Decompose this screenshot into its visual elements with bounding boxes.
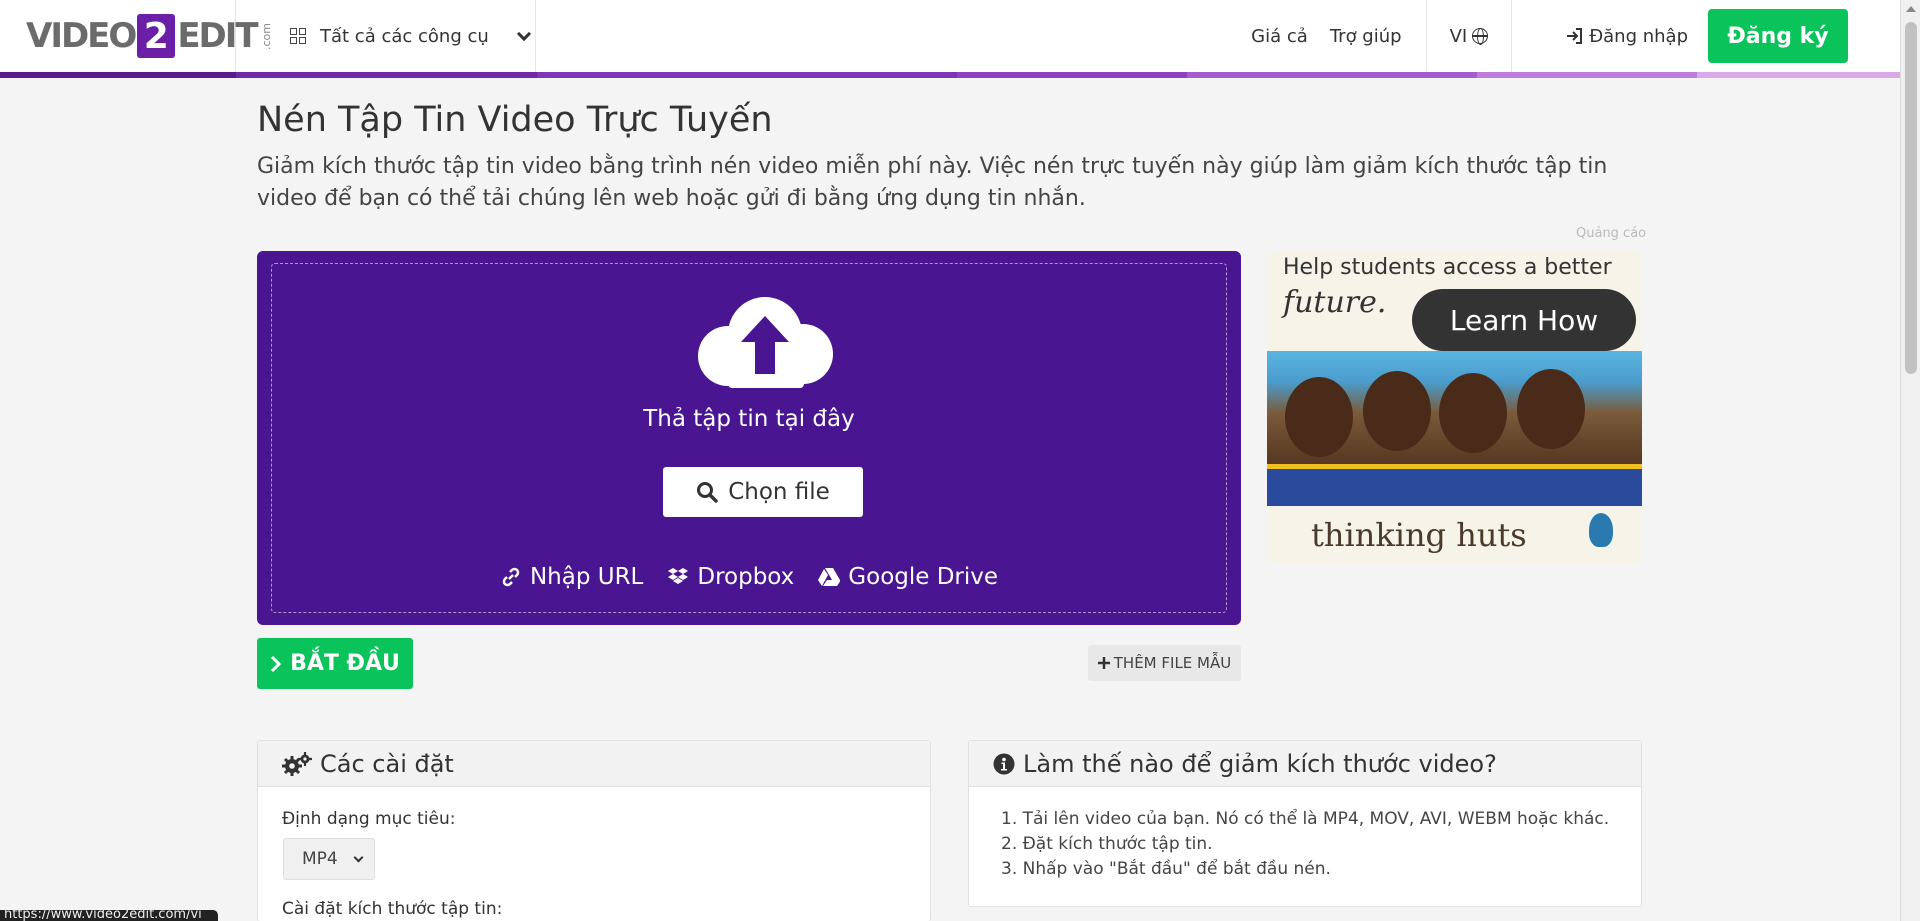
dropbox-button[interactable]: Dropbox [667, 564, 794, 590]
ad-photo-child [1285, 377, 1353, 457]
scroll-up-icon[interactable] [1906, 6, 1916, 12]
ad-photo-child [1439, 373, 1507, 453]
site-logo[interactable]: VIDEO 2 EDIT .com [0, 0, 273, 72]
drop-here-text: Thả tập tin tại đây [643, 406, 855, 432]
page-description: Giảm kích thước tập tin video bằng trình… [257, 154, 1608, 211]
ad-label: Quảng cáo [1576, 226, 1647, 241]
accent-bar-segment [1477, 72, 1697, 78]
choose-file-button[interactable]: Chọn file [663, 467, 863, 517]
ad-photo-child [1517, 369, 1585, 449]
grid-icon [290, 28, 306, 44]
ad-photo-uniforms [1267, 464, 1642, 506]
file-drop-zone[interactable]: Thả tập tin tại đây Chọn file Nhập URL D… [257, 251, 1241, 625]
ad-photo [1267, 351, 1642, 506]
language-selector[interactable]: VI [1440, 26, 1499, 47]
howto-step: 3. Nhấp vào "Bắt đầu" để bắt đầu nén. [1001, 859, 1331, 879]
ad-brand: thinking huts [1311, 516, 1527, 554]
language-code: VI [1449, 25, 1468, 47]
logo-part-com: .com [259, 22, 273, 50]
google-drive-button[interactable]: Google Drive [818, 564, 998, 590]
nav-divider [1425, 0, 1427, 72]
settings-panel: Các cài đặt Định dạng mục tiêu: MP4 Cài … [257, 740, 931, 921]
add-sample-file-button[interactable]: THÊM FILE MẪU [1088, 645, 1241, 681]
nav-help-link[interactable]: Trợ giúp [1319, 26, 1413, 47]
plus-icon [1097, 657, 1110, 669]
google-drive-label: Google Drive [848, 564, 999, 590]
howto-step: 2. Đặt kích thước tập tin. [1001, 834, 1213, 854]
scroll-thumb[interactable] [1905, 22, 1917, 374]
page-title: Nén Tập Tin Video Trực Tuyến [257, 100, 773, 140]
page-scrollbar[interactable] [1900, 0, 1920, 921]
howto-steps: 1. Tải lên video của bạn. Nó có thể là M… [1001, 807, 1609, 882]
chevron-down-icon [353, 852, 364, 862]
link-status-tooltip: https://www.video2edit.com/vi [0, 910, 218, 921]
enter-url-label: Nhập URL [529, 564, 644, 590]
logo-part-two: 2 [137, 14, 176, 58]
enter-url-button[interactable]: Nhập URL [500, 564, 643, 590]
ad-learn-how-button[interactable]: Learn How [1412, 289, 1636, 351]
accent-bar-segment [0, 72, 236, 78]
kingfisher-logo-icon [1589, 513, 1613, 547]
howto-title: Làm thế nào để giảm kích thước video? [1023, 749, 1497, 778]
globe-icon [1472, 28, 1489, 45]
target-format-select[interactable]: MP4 [283, 838, 375, 880]
file-size-label: Cài đặt kích thước tập tin: [282, 899, 503, 919]
howto-panel: Làm thế nào để giảm kích thước video? 1.… [968, 740, 1642, 907]
ad-future-text: future. [1283, 285, 1387, 320]
start-label: BẮT ĐẦU [290, 651, 400, 676]
header-nav: Giá cả Trợ giúp VI Đăng nhập Đăng ký [1240, 0, 1900, 72]
signup-button[interactable]: Đăng ký [1708, 9, 1848, 63]
ad-photo-child [1363, 371, 1431, 451]
howto-panel-header: Làm thế nào để giảm kích thước video? [969, 741, 1641, 787]
dropbox-label: Dropbox [697, 564, 795, 590]
start-button[interactable]: BẮT ĐẦU [257, 638, 413, 689]
nav-pricing-link[interactable]: Giá cả [1240, 26, 1319, 47]
howto-step: 1. Tải lên video của bạn. Nó có thể là M… [1001, 809, 1610, 829]
accent-bar-segment [957, 72, 1187, 78]
target-format-value: MP4 [302, 849, 338, 869]
all-tools-menu[interactable]: Tất cả các công cụ [236, 0, 536, 72]
sign-in-icon [1567, 28, 1583, 44]
chevron-right-icon [271, 655, 282, 672]
all-tools-label: Tất cả các công cụ [320, 25, 489, 47]
header-accent-bar [0, 72, 1900, 78]
login-label: Đăng nhập [1589, 25, 1688, 47]
accent-bar-segment [236, 72, 537, 78]
accent-bar-segment [537, 72, 957, 78]
drop-zone-border: Thả tập tin tại đây Chọn file Nhập URL D… [271, 263, 1227, 613]
accent-bar-segment [1187, 72, 1477, 78]
upload-sources: Nhập URL Dropbox Google Drive [272, 564, 1226, 590]
logo-part-video: VIDEO [26, 16, 137, 56]
advertisement[interactable]: Help students access a better future. Le… [1267, 251, 1642, 563]
settings-panel-header: Các cài đặt [258, 741, 930, 787]
ad-headline: Help students access a better [1283, 255, 1612, 280]
login-link[interactable]: Đăng nhập [1525, 26, 1708, 47]
gears-icon [282, 751, 312, 776]
accent-bar-segment [1697, 72, 1900, 78]
add-sample-label: THÊM FILE MẪU [1113, 654, 1232, 672]
settings-title: Các cài đặt [320, 749, 454, 778]
link-icon [502, 567, 520, 587]
top-header: VIDEO 2 EDIT .com Tất cả các công cụ Giá… [0, 0, 1900, 72]
chevron-down-icon [516, 26, 531, 41]
nav-divider [1511, 0, 1513, 72]
google-drive-icon [818, 568, 841, 586]
search-icon [697, 482, 718, 503]
cloud-upload-icon [698, 297, 833, 388]
target-format-label: Định dạng mục tiêu: [282, 809, 456, 829]
choose-file-label: Chọn file [728, 479, 830, 505]
info-circle-icon [993, 753, 1015, 774]
dropbox-icon [668, 568, 689, 584]
